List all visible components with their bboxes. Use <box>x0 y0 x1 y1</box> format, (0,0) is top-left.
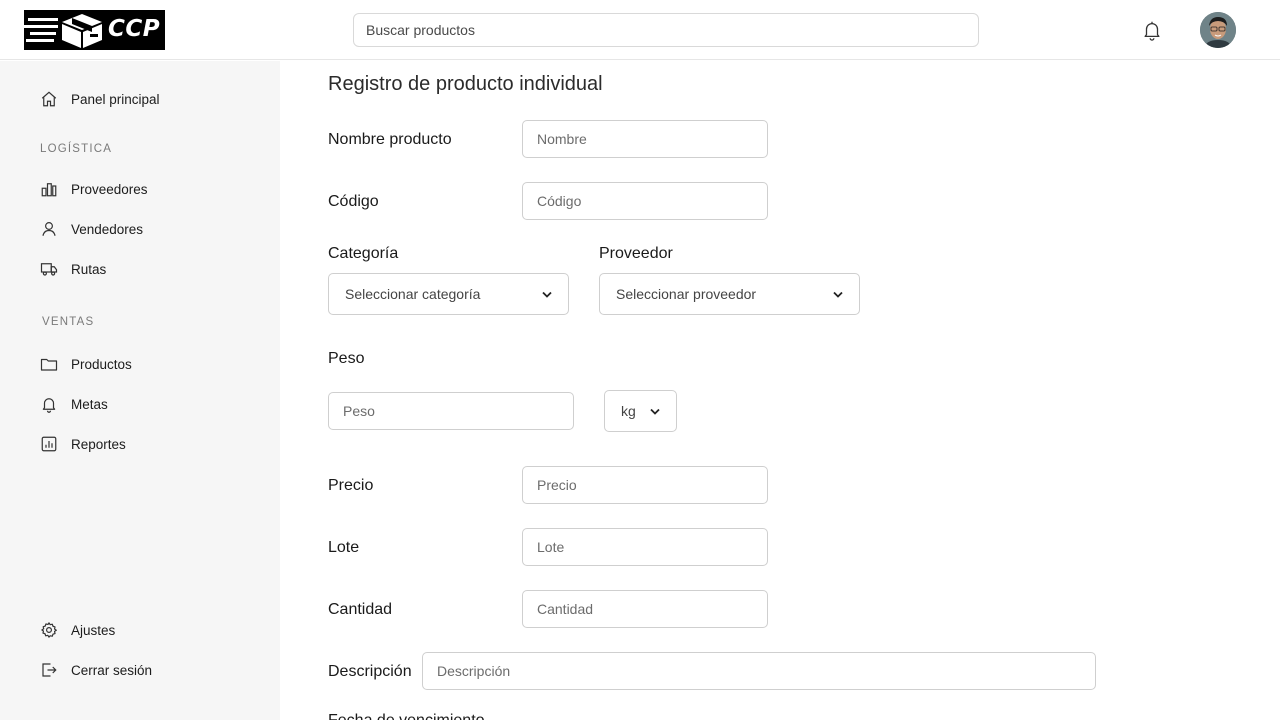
search-input[interactable] <box>353 13 979 47</box>
chevron-down-icon <box>650 407 660 415</box>
sidebar-item-cerrar-sesion[interactable]: Cerrar sesión <box>40 658 152 682</box>
section-label-ventas: VENTAS <box>42 316 95 328</box>
categoria-select[interactable]: Seleccionar categoría <box>328 273 569 315</box>
sidebar-item-label: Cerrar sesión <box>71 662 153 678</box>
descripcion-input[interactable] <box>422 652 1096 690</box>
chevron-down-icon <box>542 290 552 298</box>
logout-icon <box>40 661 58 679</box>
cantidad-input[interactable] <box>522 590 768 628</box>
gear-icon <box>40 621 58 639</box>
sidebar-item-label: Vendedores <box>71 221 144 237</box>
notifications-button[interactable] <box>1140 18 1164 42</box>
lote-input[interactable] <box>522 528 768 566</box>
nombre-label: Nombre producto <box>328 131 452 148</box>
truck-icon <box>40 260 58 278</box>
sidebar-item-label: Reportes <box>71 436 126 452</box>
precio-label: Precio <box>328 477 374 494</box>
sidebar-item-label: Panel principal <box>71 91 160 107</box>
chevron-down-icon <box>833 290 843 298</box>
avatar[interactable] <box>1200 12 1236 48</box>
sidebar-item-reportes[interactable]: Reportes <box>40 432 126 456</box>
sidebar-item-label: Proveedores <box>71 181 148 197</box>
sidebar: Panel principal LOGÍSTICA Proveedores Ve… <box>0 61 280 720</box>
sidebar-item-ajustes[interactable]: Ajustes <box>40 618 115 642</box>
codigo-input[interactable] <box>522 182 768 220</box>
section-label-logistica: LOGÍSTICA <box>40 143 113 155</box>
lote-label: Lote <box>328 539 360 556</box>
bar-chart-icon <box>40 180 58 198</box>
sidebar-item-label: Productos <box>71 356 132 372</box>
bell-icon <box>1144 21 1160 41</box>
codigo-label: Código <box>328 193 379 210</box>
bell-icon <box>40 395 58 413</box>
sidebar-item-label: Rutas <box>71 261 107 277</box>
logo-text: CCP <box>108 16 161 42</box>
proveedor-select[interactable]: Seleccionar proveedor <box>599 273 860 315</box>
home-icon <box>40 90 58 108</box>
descripcion-label: Descripción <box>328 663 412 680</box>
peso-unit-select[interactable]: kg <box>604 390 677 432</box>
logo[interactable]: CCP <box>24 10 165 50</box>
peso-label: Peso <box>328 350 365 367</box>
folder-icon <box>40 355 58 373</box>
user-icon <box>40 220 58 238</box>
logo-box-icon <box>24 14 102 48</box>
categoria-label: Categoría <box>328 245 399 262</box>
sidebar-item-rutas[interactable]: Rutas <box>40 257 106 281</box>
main-content: Registro de producto individual Nombre p… <box>280 61 1280 720</box>
sidebar-item-proveedores[interactable]: Proveedores <box>40 177 148 201</box>
proveedor-select-value: Seleccionar proveedor <box>616 286 757 302</box>
categoria-select-value: Seleccionar categoría <box>345 286 481 302</box>
page-title: Registro de producto individual <box>328 73 603 95</box>
sidebar-item-metas[interactable]: Metas <box>40 392 108 416</box>
fecha-vencimiento-label: Fecha de vencimiento <box>328 712 485 720</box>
sidebar-item-productos[interactable]: Productos <box>40 352 132 376</box>
sidebar-item-label: Metas <box>71 396 108 412</box>
avatar-image <box>1200 12 1236 48</box>
peso-unit-value: kg <box>621 403 636 419</box>
peso-input[interactable] <box>328 392 574 430</box>
sidebar-item-panel-principal[interactable]: Panel principal <box>40 87 160 111</box>
report-icon <box>40 435 58 453</box>
sidebar-item-label: Ajustes <box>71 622 116 638</box>
precio-input[interactable] <box>522 466 768 504</box>
cantidad-label: Cantidad <box>328 601 393 618</box>
proveedor-label: Proveedor <box>599 245 673 262</box>
top-header: CCP <box>0 0 1280 60</box>
nombre-input[interactable] <box>522 120 768 158</box>
sidebar-item-vendedores[interactable]: Vendedores <box>40 217 143 241</box>
